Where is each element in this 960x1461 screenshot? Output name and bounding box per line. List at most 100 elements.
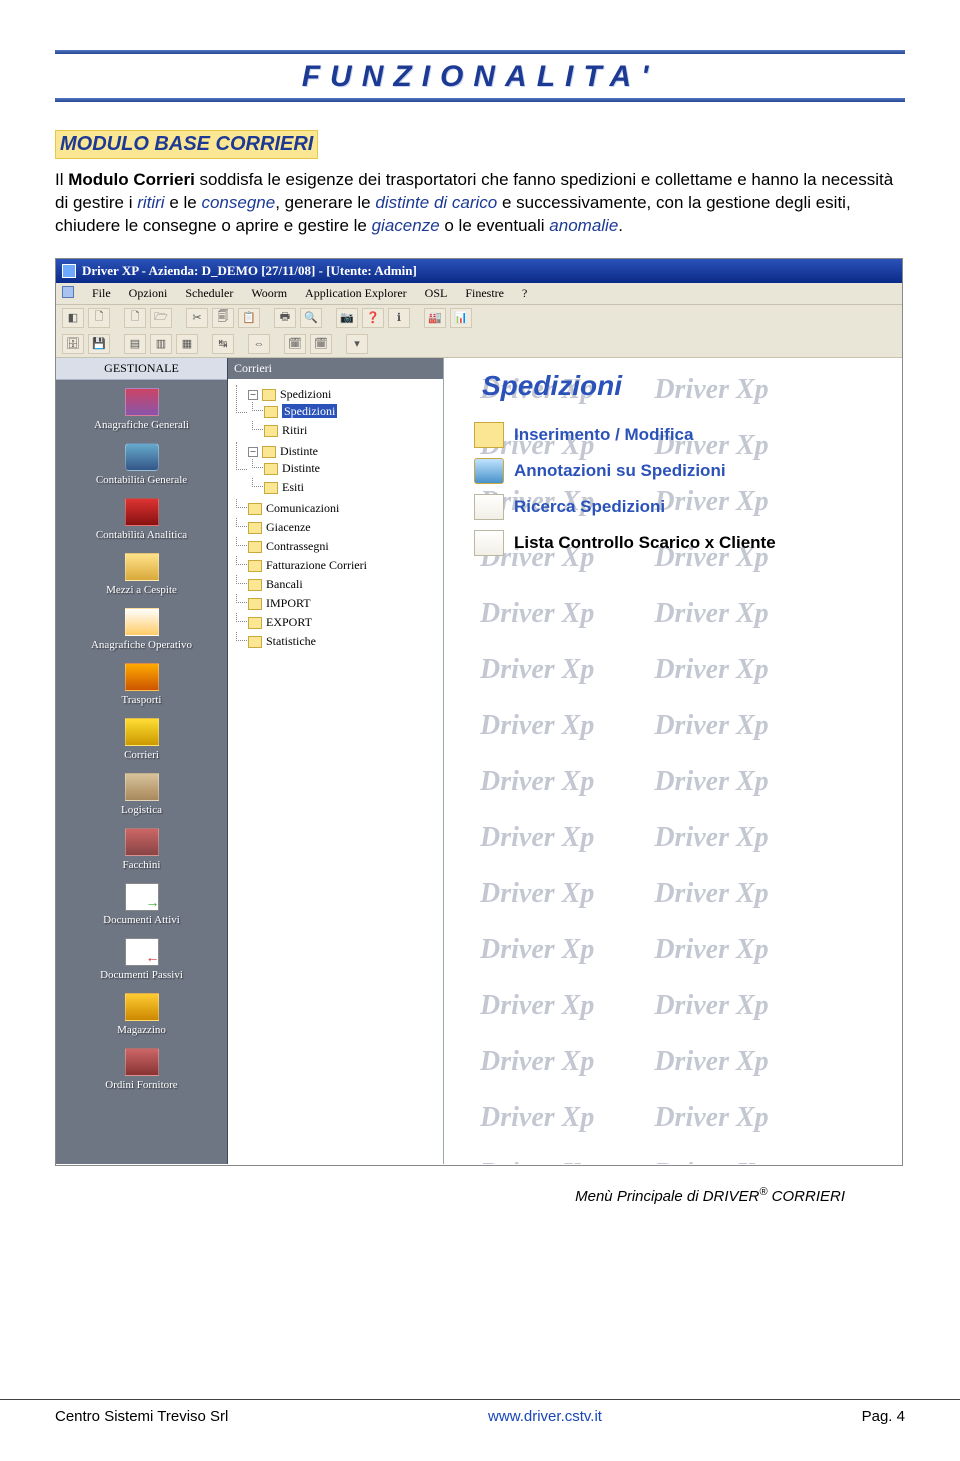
link-ricerca[interactable]: Ricerca Spedizioni xyxy=(474,494,892,520)
intro-paragraph: Il Modulo Corrieri soddisfa le esigenze … xyxy=(55,169,905,238)
tree-node-esiti[interactable]: Esiti xyxy=(264,478,439,497)
folder-icon xyxy=(248,636,262,648)
tree-node-spedizioni[interactable]: –Spedizioni Spedizioni Ritiri xyxy=(248,385,439,442)
sidebar-item-contabilita-analitica[interactable]: Contabilità Analitica xyxy=(56,490,227,545)
sidebar-item-trasporti[interactable]: Trasporti xyxy=(56,655,227,710)
note-icon xyxy=(474,494,504,520)
sidebar-item-documenti-attivi[interactable]: Documenti Attivi xyxy=(56,875,227,930)
folder-icon xyxy=(248,522,262,534)
toolbars: ◧ 🗋 🗋 🗁 ✂ 🗐 📋 🖶 🔍 📷 ❓ ℹ 🏭 📊 xyxy=(56,305,902,358)
order-icon xyxy=(125,1048,159,1076)
tb-btn[interactable]: ✂ xyxy=(186,308,208,328)
sidebar-item-corrieri[interactable]: Corrieri xyxy=(56,710,227,765)
folder-icon xyxy=(248,598,262,610)
tree-node-fatturazione[interactable]: Fatturazione Corrieri xyxy=(248,556,439,575)
menu-finestre[interactable]: Finestre xyxy=(465,286,504,301)
tb-btn[interactable]: 🖶 xyxy=(274,308,296,328)
sidebar-item-mezzi-cespite[interactable]: Mezzi a Cespite xyxy=(56,545,227,600)
folder-icon xyxy=(264,406,278,418)
calendar-icon xyxy=(125,608,159,636)
top-rule xyxy=(55,50,905,54)
tree-node-giacenze[interactable]: Giacenze xyxy=(248,518,439,537)
sidebar-item-ordini-fornitore[interactable]: Ordini Fornitore xyxy=(56,1040,227,1095)
document-in-icon xyxy=(125,883,159,911)
menu-osl[interactable]: OSL xyxy=(425,286,448,301)
sidebar-item-facchini[interactable]: Facchini xyxy=(56,820,227,875)
box-icon xyxy=(125,773,159,801)
tb-btn[interactable]: ▾ xyxy=(346,334,368,354)
tree-node-contrassegni[interactable]: Contrassegni xyxy=(248,537,439,556)
menu-help[interactable]: ? xyxy=(522,286,527,301)
tb-btn[interactable]: 🗓 xyxy=(284,334,306,354)
folder-icon xyxy=(264,463,278,475)
form-icon xyxy=(474,422,504,448)
tree-title: Corrieri xyxy=(228,358,443,379)
sidebar-item-documenti-passivi[interactable]: Documenti Passivi xyxy=(56,930,227,985)
menu-opzioni[interactable]: Opzioni xyxy=(129,286,168,301)
users-icon xyxy=(125,388,159,416)
tb-btn[interactable]: ▥ xyxy=(150,334,172,354)
mdi-control-icon[interactable] xyxy=(62,286,74,298)
tb-btn[interactable]: ❓ xyxy=(362,308,384,328)
link-inserimento-modifica[interactable]: Inserimento / Modifica xyxy=(474,422,892,448)
tb-btn[interactable]: ⇔ xyxy=(248,334,270,354)
bottom-rule xyxy=(55,98,905,102)
document-out-icon xyxy=(125,938,159,966)
pin-icon xyxy=(474,458,504,484)
tb-btn[interactable]: ℹ xyxy=(388,308,410,328)
sidebar-item-logistica[interactable]: Logistica xyxy=(56,765,227,820)
tree-node-bancali[interactable]: Bancali xyxy=(248,575,439,594)
tree-node-ritiri[interactable]: Ritiri xyxy=(264,421,439,440)
tree-node-export[interactable]: EXPORT xyxy=(248,613,439,632)
collapse-icon[interactable]: – xyxy=(248,447,258,457)
page-footer: Centro Sistemi Treviso Srl www.driver.cs… xyxy=(0,1399,960,1425)
collapse-icon[interactable]: – xyxy=(248,390,258,400)
tb-btn[interactable]: 📷 xyxy=(336,308,358,328)
link-lista-controllo[interactable]: Lista Controllo Scarico x Cliente xyxy=(474,530,892,556)
menu-woorm[interactable]: Woorm xyxy=(251,286,287,301)
tree-node-distinte[interactable]: –Distinte Distinte Esiti xyxy=(248,442,439,499)
tree-node-comunicazioni[interactable]: Comunicazioni xyxy=(248,499,439,518)
tb-btn[interactable]: ◧ xyxy=(62,308,84,328)
tree-node-distinte-child[interactable]: Distinte xyxy=(264,459,439,478)
tb-btn[interactable]: 🗄 xyxy=(62,334,84,354)
app-screenshot: Driver XP - Azienda: D_DEMO [27/11/08] -… xyxy=(55,258,903,1166)
tb-btn[interactable]: 🏭 xyxy=(424,308,446,328)
sidebar-head: GESTIONALE xyxy=(56,358,227,380)
menu-file[interactable]: File xyxy=(92,286,111,301)
sidebar-item-magazzino[interactable]: Magazzino xyxy=(56,985,227,1040)
tb-btn[interactable]: 🗋 xyxy=(124,308,146,328)
tb-btn[interactable]: 🗁 xyxy=(150,308,172,328)
tb-btn[interactable]: ▦ xyxy=(176,334,198,354)
folder-icon xyxy=(125,553,159,581)
tb-btn[interactable]: 🗋 xyxy=(88,308,110,328)
menu-app-explorer[interactable]: Application Explorer xyxy=(305,286,407,301)
link-annotazioni[interactable]: Annotazioni su Spedizioni xyxy=(474,458,892,484)
book-icon xyxy=(125,498,159,526)
tb-btn[interactable]: ▤ xyxy=(124,334,146,354)
note-icon xyxy=(474,530,504,556)
tb-btn[interactable]: 📋 xyxy=(238,308,260,328)
menu-scheduler[interactable]: Scheduler xyxy=(185,286,233,301)
sidebar-item-contabilita-generale[interactable]: Contabilità Generale xyxy=(56,435,227,490)
tb-btn[interactable]: 📊 xyxy=(450,308,472,328)
folder-icon xyxy=(264,425,278,437)
tb-btn[interactable]: ↹ xyxy=(212,334,234,354)
truck-icon xyxy=(125,718,159,746)
sidebar-item-anagrafiche-generali[interactable]: Anagrafiche Generali xyxy=(56,380,227,435)
worker-icon xyxy=(125,828,159,856)
tb-btn[interactable]: 🔍 xyxy=(300,308,322,328)
tb-btn[interactable]: 🗐 xyxy=(212,308,234,328)
tree-node-statistiche[interactable]: Statistiche xyxy=(248,632,439,651)
forklift-icon xyxy=(125,993,159,1021)
tb-btn[interactable]: 🗓 xyxy=(310,334,332,354)
main-pane: Driver XpDriver Xp Driver XpDriver Xp Dr… xyxy=(444,358,902,1164)
tb-btn[interactable]: 💾 xyxy=(88,334,110,354)
tree-node-spedizioni-sel[interactable]: Spedizioni xyxy=(264,402,439,421)
sidebar-item-anagrafiche-operativo[interactable]: Anagrafiche Operativo xyxy=(56,600,227,655)
folder-icon xyxy=(248,503,262,515)
folder-icon xyxy=(248,617,262,629)
folder-icon xyxy=(264,482,278,494)
window-titlebar: Driver XP - Azienda: D_DEMO [27/11/08] -… xyxy=(56,259,902,283)
tree-node-import[interactable]: IMPORT xyxy=(248,594,439,613)
